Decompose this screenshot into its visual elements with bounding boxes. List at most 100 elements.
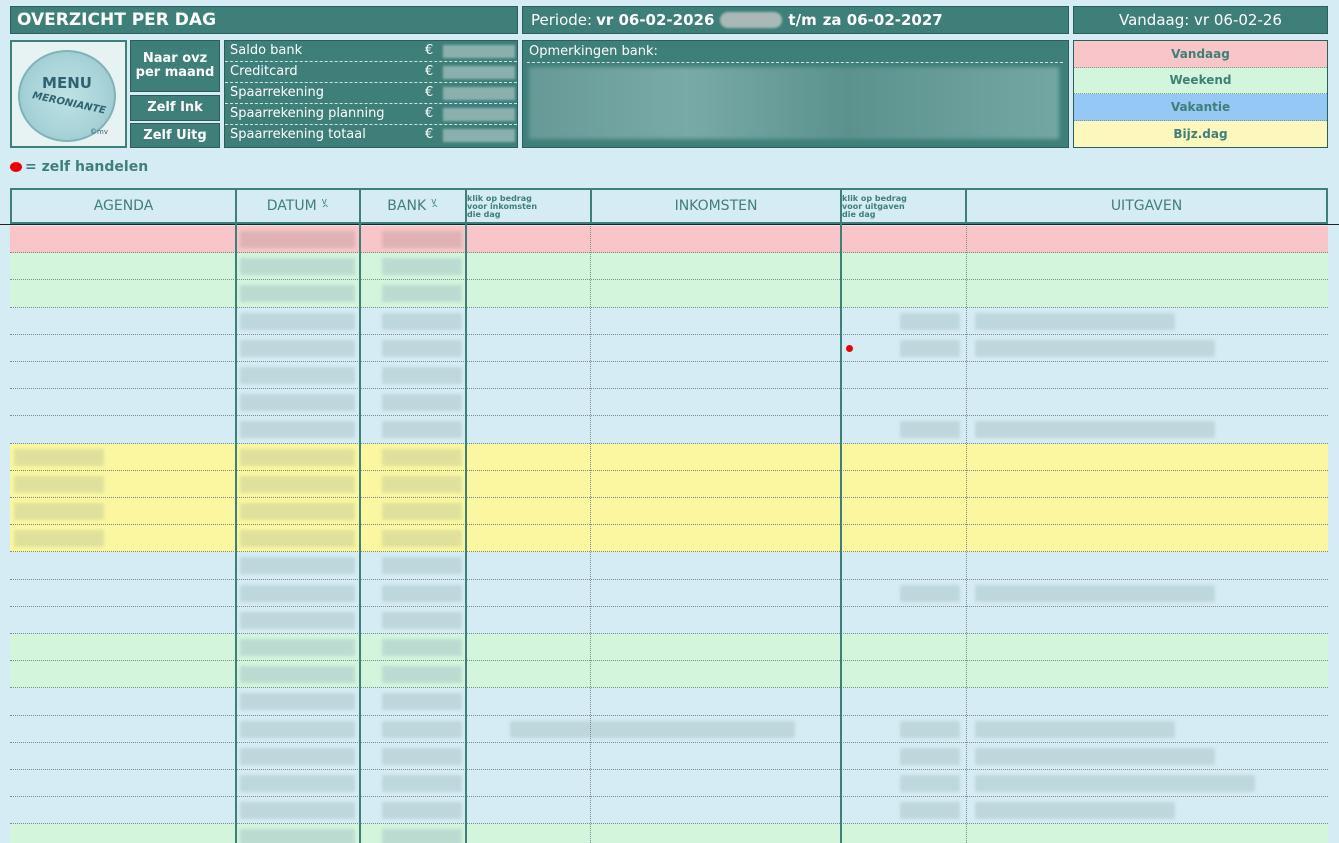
column-divider [590,226,591,843]
column-inkomsten: INKOMSTEN [590,188,842,224]
bank-redacted [382,475,462,493]
day-row[interactable] [10,416,1328,444]
day-row[interactable] [10,389,1328,417]
today-label: Vandaag: vr 06-02-26 [1073,6,1328,34]
balance-row-creditcard: Creditcard € [225,62,517,83]
column-datum-label: DATUM [266,198,317,214]
balance-row-spaar-totaal: Spaarrekening totaal € [225,125,517,146]
day-row[interactable] [10,307,1328,335]
bank-redacted [382,421,462,439]
datum-redacted [240,666,355,684]
bank-redacted [382,829,462,843]
uitgaven-desc-redacted [975,775,1255,792]
day-row[interactable] [10,498,1328,526]
uitgaven-desc-redacted [975,312,1175,330]
day-row[interactable] [10,280,1328,308]
inkomsten-desc-redacted [510,720,795,738]
sort-arrows-icon[interactable]: v ^ [322,198,330,214]
bank-redacted [382,367,462,384]
datum-redacted [240,747,355,765]
day-row[interactable] [10,470,1328,498]
day-row[interactable] [10,715,1328,743]
balance-row-spaarrekening: Spaarrekening € [225,83,517,104]
euro-sign: € [425,106,434,121]
balance-label: Spaarrekening planning [230,106,385,121]
bank-redacted [382,557,462,575]
day-row[interactable] [10,797,1328,825]
self-action-text: = zelf handelen [25,159,149,175]
day-row[interactable] [10,362,1328,390]
column-divider [840,188,842,843]
day-row[interactable] [10,742,1328,770]
menu-logo-button[interactable]: MENU MERONIANTE ©mv [10,40,127,148]
bank-redacted [382,448,462,466]
logo-emblem: MENU MERONIANTE ©mv [18,50,116,142]
datum-redacted [240,231,355,248]
legend-bijzondere-dag: Bijz.dag [1074,120,1327,147]
uitgaven-desc-redacted [975,421,1215,439]
sort-arrows-icon[interactable]: v ^ [431,198,439,214]
period-end: za 06-02-2027 [822,11,943,29]
day-row[interactable] [10,253,1328,281]
uitgaven-desc-redacted [975,747,1215,765]
euro-sign: € [425,43,434,58]
bank-notes-label: Opmerkingen bank: [529,44,658,59]
day-row[interactable] [10,334,1328,362]
column-divider [465,188,467,843]
bank-redacted [382,285,462,303]
datum-redacted [240,421,355,439]
month-overview-line2: per maand [135,65,215,80]
day-row[interactable] [10,634,1328,662]
bank-notes-redacted [529,67,1059,139]
divider [527,62,1063,63]
uitgaven-amount-redacted [900,421,960,439]
uitgaven-amount-redacted [900,747,960,765]
uitgaven-desc-redacted [975,720,1175,738]
day-row[interactable] [10,661,1328,689]
datum-redacted [240,829,355,843]
day-row[interactable] [10,443,1328,471]
balance-value-redacted [443,45,515,58]
bank-redacted [382,802,462,820]
day-row[interactable] [10,606,1328,634]
day-row[interactable] [10,579,1328,607]
uitgaven-amount-redacted [900,584,960,602]
balance-value-redacted [443,87,515,100]
datum-redacted [240,639,355,656]
page-title: OVERZICHT PER DAG [10,6,518,34]
bank-redacted [382,584,462,602]
uitgaven-desc-redacted [975,802,1175,820]
color-legend: Vandaag Weekend Vakantie Bijz.dag [1073,40,1328,148]
day-row[interactable] [10,770,1328,798]
logo-copyright: ©mv [90,128,108,136]
balance-label: Saldo bank [230,43,303,58]
day-row[interactable] [10,226,1328,254]
datum-redacted [240,503,355,520]
day-row[interactable] [10,552,1328,580]
column-datum[interactable]: DATUM v ^ [235,188,361,224]
datum-redacted [240,530,355,548]
agenda-redacted [14,448,104,466]
red-dot-icon [10,162,22,172]
zelf-uitg-button[interactable]: Zelf Uitg [130,123,220,148]
legend-today: Vandaag [1074,41,1327,68]
column-divider [359,188,361,843]
bank-redacted [382,530,462,548]
day-row[interactable] [10,688,1328,716]
zelf-ink-button[interactable]: Zelf Ink [130,95,220,121]
euro-sign: € [425,64,434,79]
euro-sign: € [425,127,434,142]
period-start: vr 06-02-2026 [596,11,715,29]
day-row[interactable] [10,824,1328,843]
day-row[interactable] [10,525,1328,553]
bank-redacted [382,339,462,357]
column-klik-inkomsten: klik op bedrag voor inkomsten die dag [465,188,592,224]
day-table [10,226,1328,843]
datum-redacted [240,475,355,493]
period-mid: t/m [788,11,817,29]
datum-redacted [240,312,355,330]
month-overview-line1: Naar ovz [142,51,208,66]
datum-redacted [240,258,355,276]
column-bank[interactable]: BANK v ^ [359,188,467,224]
month-overview-button[interactable]: Naar ovz per maand [130,40,220,92]
